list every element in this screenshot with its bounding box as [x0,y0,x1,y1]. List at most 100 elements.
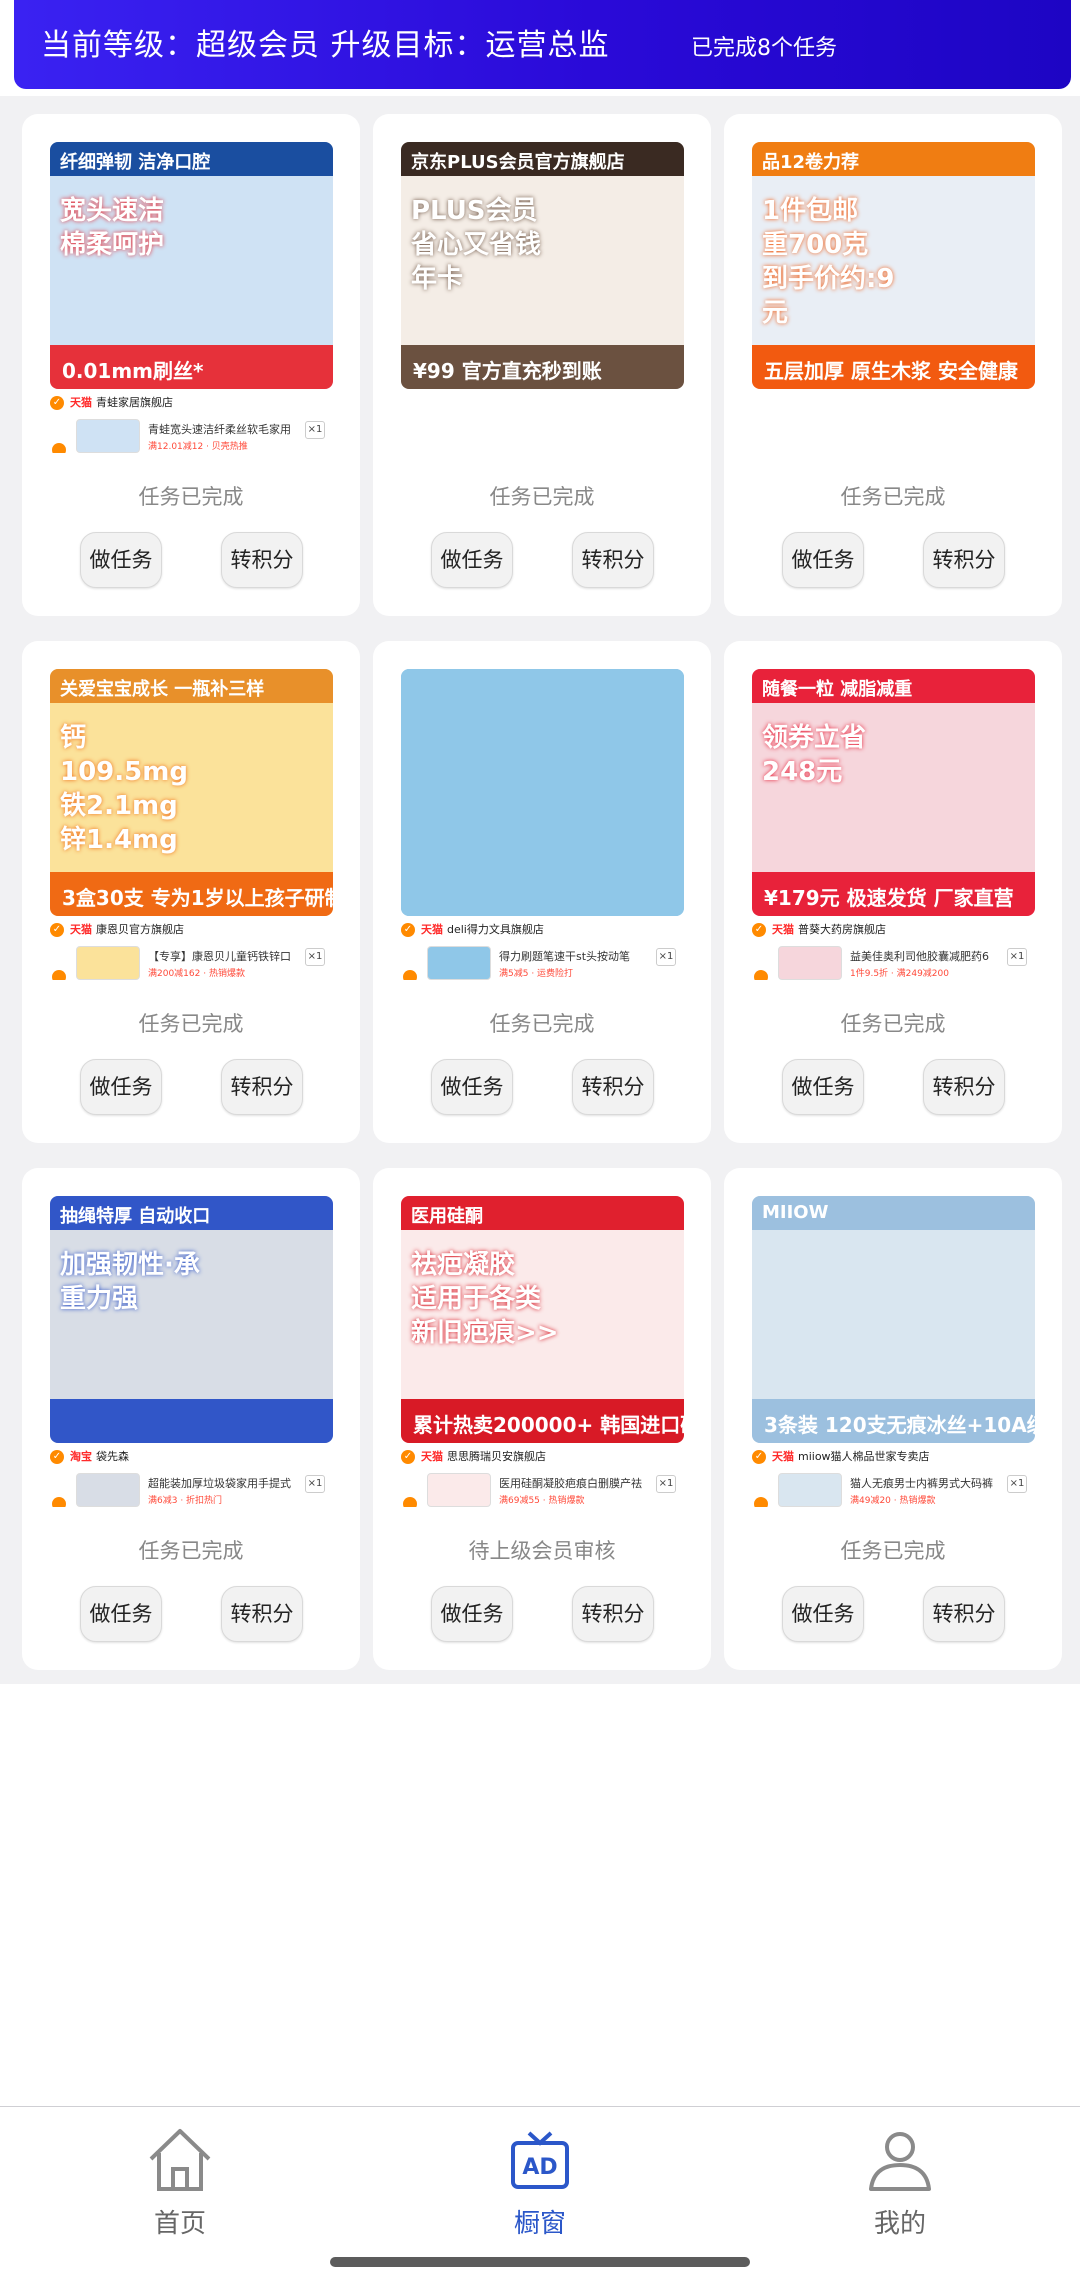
product-image[interactable]: 抽绳特厚 自动收口 加强韧性·承重力强 [50,1196,333,1443]
image-banner-text: 纤细弹韧 洁净口腔 [50,142,333,176]
home-indicator[interactable] [330,2257,750,2267]
shop-name: 思思腾瑞贝安旗舰店 [447,1450,546,1463]
tab-home-label: 首页 [153,2209,206,2239]
product-promo: 满49减20 · 热销爆款 [850,1496,936,1506]
image-footer-text: 0.01mm刷丝* [50,345,333,389]
task-card[interactable]: 随餐一粒 减脂减重 领券立省248元 ¥179元 极速发货 厂家直营 ✓ 天猫 普葵大药房… [724,641,1062,1143]
product-image[interactable]: MIIOW 3条装 120支无痕冰丝+10A级抑菌 [752,1196,1035,1443]
task-status: 任务已完成 [138,1012,244,1036]
product-row: 猫人无痕男士内裤男式大码裤 满49减20 · 热销爆款 ×1 [752,1473,1035,1507]
product-thumbnail [76,1473,140,1507]
platform-tag: 天猫 [421,923,443,936]
product-image[interactable]: 纤细弹韧 洁净口腔宽头速洁 棉柔呵护 0.01mm刷丝* [50,142,333,389]
image-headline-text: 宽头速洁 棉柔呵护 [60,196,165,260]
product-promo: 满6减3 · 折扣热门 [148,1496,223,1506]
product-image[interactable]: 品12卷力荐 1件包邮 重700克 到手价约:9元 五层加厚 原生木浆 安全健康 [752,142,1035,389]
product-image[interactable]: 关爱宝宝成长 一瓶补三样 钙109.5mg 铁2.1mg 锌1.4mg 3盒30支 … [50,669,333,916]
image-footer-text [50,1399,333,1443]
task-card[interactable]: 抽绳特厚 自动收口 加强韧性·承重力强 ✓ 淘宝 袋先森 超能装加厚垃圾袋家用手提式 满6减… [22,1168,360,1670]
tab-home[interactable]: 首页 [80,2121,280,2241]
completed-count-text: 已完成8个任务 [691,36,837,61]
exchange-points-button[interactable]: 转积分 [572,1059,654,1115]
exchange-points-button[interactable]: 转积分 [221,1059,303,1115]
do-task-button[interactable]: 做任务 [80,532,162,588]
task-status: 待上级会员审核 [468,1539,616,1563]
svg-text:AD: AD [522,2155,557,2180]
shop-name: 普葵大药房旗舰店 [798,923,886,936]
do-task-button[interactable]: 做任务 [782,532,864,588]
shop-name: 袋先森 [96,1450,129,1463]
image-footer-text: 3盒30支 专为1岁以上孩子研制 [50,872,333,916]
product-promo: 满12.01减12 · 贝壳热推 [148,442,248,452]
exchange-points-button[interactable]: 转积分 [221,1586,303,1642]
check-icon: ✓ [50,396,64,410]
task-card[interactable]: 纤细弹韧 洁净口腔 宽头速洁 棉柔呵护 0.01mm刷丝* ✓ 天猫 青蛙家居旗舰店 青蛙宽… [22,114,360,616]
product-thumbnail [778,946,842,980]
product-quantity: ×1 [1007,1475,1027,1493]
shop-name: 康恩贝官方旗舰店 [96,923,184,936]
image-banner-text: 随餐一粒 减脂减重 [752,669,1035,703]
shop-row: ✓ 淘宝 袋先森 [50,1448,333,1468]
task-card[interactable]: 医用硅酮祛疤凝胶 适用于各类新旧疤痕>> 累计热卖200000+ 韩国进口硅酮 ✓ 天… [373,1168,711,1670]
exchange-points-button[interactable]: 转积分 [923,1059,1005,1115]
exchange-points-button[interactable]: 转积分 [923,1586,1005,1642]
tab-mine[interactable]: 我的 [800,2121,1000,2241]
task-card[interactable]: 品12卷力荐 1件包邮 重700克 到手价约:9元 五层加厚 原生木浆 安全健康任务… [724,114,1062,616]
image-footer-text: 五层加厚 原生木浆 安全健康 [752,345,1035,389]
task-status: 任务已完成 [840,1012,946,1036]
task-card[interactable]: ✓ 天猫 deli得力文具旗舰店得力刷题笔速干st头按动笔 满5减5 · 运费险打 ×1… [373,641,711,1143]
tab-window-label: 橱窗 [513,2209,566,2239]
product-row: 益美佳奥利司他胶囊减肥药6 1件9.5折 · 满249减200 ×1 [752,946,1035,980]
product-title: 得力刷题笔速干st头按动笔 [499,950,631,963]
task-status: 任务已完成 [138,1539,244,1563]
product-image[interactable] [401,669,684,916]
platform-tag: 淘宝 [70,1450,92,1463]
do-task-button[interactable]: 做任务 [782,1059,864,1115]
product-promo: 满5减5 · 运费险打 [499,969,574,979]
check-icon [52,970,66,980]
product-image[interactable]: 随餐一粒 减脂减重 领券立省248元 ¥179元 极速发货 厂家直营 [752,669,1035,916]
shop-row: ✓ 天猫 青蛙家居旗舰店 [50,394,333,414]
image-footer-text [401,872,684,916]
task-status: 任务已完成 [840,485,946,509]
product-image[interactable]: 京东PLUS会员官方旗舰店 PLUS会员 省心又省钱 年卡 ¥99 官方直充秒到账 [401,142,684,389]
image-headline-text: 钙109.5mg 铁2.1mg 锌1.4mg [60,723,188,855]
task-card[interactable]: 京东PLUS会员官方旗舰店 PLUS会员 省心又省钱 年卡 ¥99 官方直充秒到账任… [373,114,711,616]
shop-row: ✓ 天猫 康恩贝官方旗舰店 [50,921,333,941]
check-icon: ✓ [401,1450,415,1464]
current-level-text: 当前等级：超级会员 升级目标：运营总监 [41,28,610,63]
image-banner-text: 京东PLUS会员官方旗舰店 [401,142,684,176]
do-task-button[interactable]: 做任务 [431,532,513,588]
tab-mine-label: 我的 [873,2209,926,2239]
product-quantity: ×1 [656,948,676,966]
do-task-button[interactable]: 做任务 [431,1059,513,1115]
do-task-button[interactable]: 做任务 [782,1586,864,1642]
check-icon [403,970,417,980]
image-banner-text: MIIOW [752,1196,1035,1230]
exchange-points-button[interactable]: 转积分 [221,532,303,588]
task-status: 任务已完成 [489,485,595,509]
product-thumbnail [778,1473,842,1507]
image-footer-text: 3条装 120支无痕冰丝+10A级抑菌 [752,1399,1035,1443]
task-status: 任务已完成 [489,1012,595,1036]
task-card[interactable]: 关爱宝宝成长 一瓶补三样 钙109.5mg 铁2.1mg 锌1.4mg 3盒30支 … [22,641,360,1143]
task-card[interactable]: MIIOW 3条装 120支无痕冰丝+10A级抑菌 ✓ 天猫 miiow猫人棉品世家专卖… [724,1168,1062,1670]
product-image[interactable]: 医用硅酮祛疤凝胶 适用于各类新旧疤痕>> 累计热卖200000+ 韩国进口硅酮 [401,1196,684,1443]
product-promo: 满200减162 · 热销爆款 [148,969,245,979]
shop-name: 青蛙家居旗舰店 [96,396,173,409]
check-icon: ✓ [50,923,64,937]
do-task-button[interactable]: 做任务 [80,1586,162,1642]
shop-row: ✓ 天猫 deli得力文具旗舰店 [401,921,684,941]
image-banner-text: 抽绳特厚 自动收口 [50,1196,333,1230]
exchange-points-button[interactable]: 转积分 [572,532,654,588]
exchange-points-button[interactable]: 转积分 [572,1586,654,1642]
task-grid: 纤细弹韧 洁净口腔 宽头速洁 棉柔呵护 0.01mm刷丝* ✓ 天猫 青蛙家居旗舰店 青蛙宽… [0,96,1080,1684]
do-task-button[interactable]: 做任务 [431,1586,513,1642]
exchange-points-button[interactable]: 转积分 [923,532,1005,588]
task-status: 任务已完成 [138,485,244,509]
shop-row: ✓ 天猫 miiow猫人棉品世家专卖店 [752,1448,1035,1468]
platform-tag: 天猫 [772,1450,794,1463]
home-icon [149,2129,211,2191]
tab-window[interactable]: AD 橱窗 [440,2121,640,2241]
do-task-button[interactable]: 做任务 [80,1059,162,1115]
